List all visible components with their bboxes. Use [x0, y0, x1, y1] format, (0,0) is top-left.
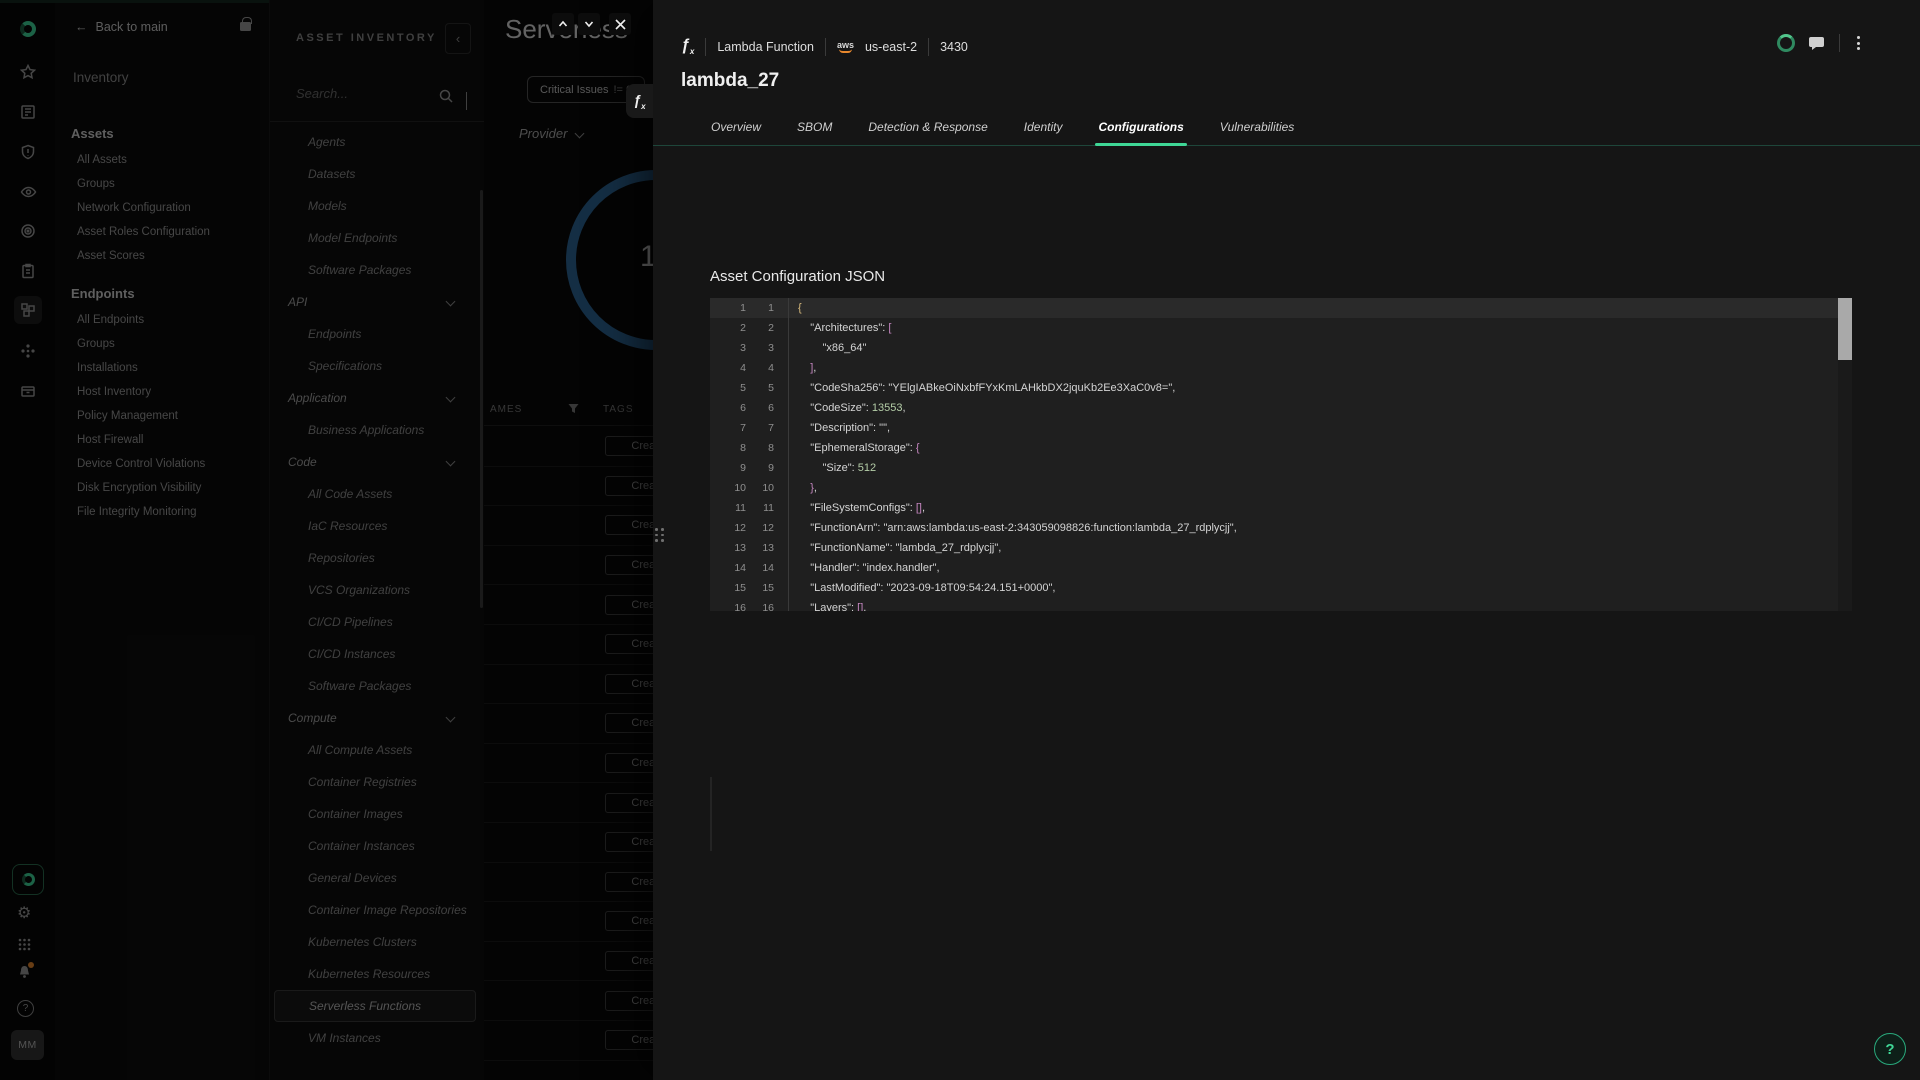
app-root: ⚙ ? MM ← Back to main Inventory Assets [0, 0, 1920, 1080]
drawer-actions [1777, 34, 1864, 52]
code-scrollbar[interactable] [1838, 298, 1852, 611]
region-label: us-east-2 [865, 40, 917, 54]
drawer-drag-handle[interactable] [655, 528, 664, 542]
next-asset-button[interactable] [578, 13, 600, 35]
divider [825, 38, 826, 56]
tab-label: SBOM [797, 120, 832, 134]
code-line: 88 "EphemeralStorage": { [710, 438, 1852, 458]
drawer-tab[interactable]: Detection & Response [865, 110, 990, 145]
drawer-tab[interactable]: Configurations [1095, 110, 1186, 145]
comment-icon[interactable] [1808, 35, 1826, 51]
drawer-tab[interactable]: Identity [1021, 110, 1066, 145]
divider [705, 38, 706, 56]
lambda-fx-icon: ƒx [681, 37, 694, 56]
asset-detail-drawer: ƒx ƒx Lambda Function aws us-east-2 3430… [653, 0, 1920, 1080]
json-code-viewer[interactable]: 11{22 "Architectures": [33 "x86_64"44 ],… [710, 298, 1852, 611]
drawer-tab[interactable]: SBOM [794, 110, 835, 145]
more-options-kebab-icon[interactable] [1853, 34, 1864, 52]
divider [1839, 34, 1840, 52]
asset-count: 3430 [940, 40, 968, 54]
tab-label: Overview [711, 120, 761, 134]
code-line: 44 ], [710, 358, 1852, 378]
help-fab-button[interactable]: ? [1874, 1033, 1906, 1065]
code-line: 1313 "FunctionName": "lambda_27_rdplycjj… [710, 538, 1852, 558]
code-line: 66 "CodeSize": 13553, [710, 398, 1852, 418]
lambda-drawer-tab[interactable]: ƒx [626, 84, 653, 118]
code-lines: 11{22 "Architectures": [33 "x86_64"44 ],… [710, 298, 1852, 611]
code-line: 1414 "Handler": "index.handler", [710, 558, 1852, 578]
asset-type-label: Lambda Function [717, 40, 814, 54]
code-line: 1616 "Layers": [], [710, 598, 1852, 611]
activity-ring-icon[interactable] [1777, 34, 1795, 52]
divider [928, 38, 929, 56]
code-line: 1515 "LastModified": "2023-09-18T09:54:2… [710, 578, 1852, 598]
aws-logo-icon: aws [837, 41, 854, 53]
drawer-tab[interactable]: Vulnerabilities [1217, 110, 1298, 145]
scroll-hint-line [710, 777, 712, 851]
aws-smile [839, 49, 852, 53]
code-line: 77 "Description": "", [710, 418, 1852, 438]
code-line: 99 "Size": 512 [710, 458, 1852, 478]
tab-label: Identity [1024, 120, 1063, 134]
code-scrollbar-thumb[interactable] [1838, 298, 1852, 360]
drawer-header: ƒx Lambda Function aws us-east-2 3430 [681, 37, 968, 56]
asset-title: lambda_27 [681, 70, 779, 92]
drawer-tabs: Overview SBOM Detection & Response Ident… [653, 110, 1920, 146]
tab-label: Vulnerabilities [1220, 120, 1295, 134]
tab-label: Detection & Response [868, 120, 987, 134]
code-line: 1212 "FunctionArn": "arn:aws:lambda:us-e… [710, 518, 1852, 538]
code-line: 22 "Architectures": [ [710, 318, 1852, 338]
code-line: 33 "x86_64" [710, 338, 1852, 358]
lambda-fx-icon: ƒx [633, 92, 645, 111]
previous-asset-button[interactable] [552, 13, 574, 35]
code-line: 1111 "FileSystemConfigs": [], [710, 498, 1852, 518]
code-line: 1010 }, [710, 478, 1852, 498]
close-drawer-button[interactable] [609, 13, 631, 35]
tab-label: Configurations [1098, 120, 1183, 134]
drawer-tab[interactable]: Overview [708, 110, 764, 145]
drawer-controls [552, 13, 631, 35]
code-line: 55 "CodeSha256": "YElgIABkeOiNxbfFYxKmLA… [710, 378, 1852, 398]
code-line: 11{ [710, 298, 1852, 318]
config-json-heading: Asset Configuration JSON [710, 268, 885, 285]
